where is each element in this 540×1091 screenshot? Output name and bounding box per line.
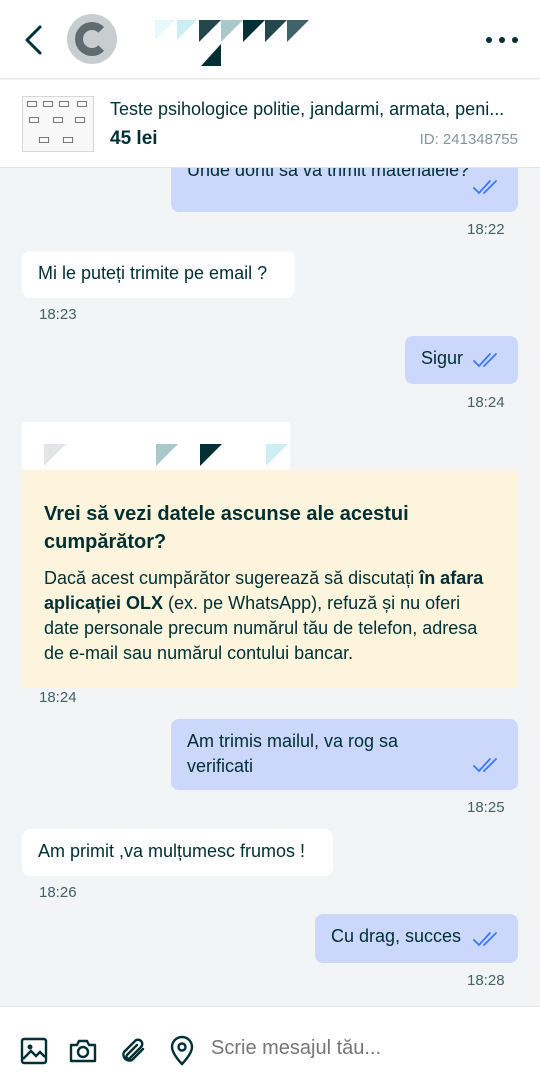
message-incoming[interactable]: Mi le puteți trimite pe email ? xyxy=(22,251,295,298)
read-ticks-icon xyxy=(473,353,497,368)
safety-warning-card: Vrei să vezi datele ascunse ale acestui … xyxy=(22,470,518,688)
message-time: 18:28 xyxy=(467,972,505,989)
message-time: 18:24 xyxy=(467,394,505,411)
message-text: Am primit ,va mulțumesc frumos ! xyxy=(38,841,306,861)
attachment-icon[interactable] xyxy=(117,1035,149,1067)
message-text: Mi le puteți trimite pe email ? xyxy=(38,263,268,283)
warning-title: Vrei să vezi datele ascunse ale acestui … xyxy=(44,503,409,553)
olx-pattern-logo xyxy=(155,20,309,66)
message-time: 18:23 xyxy=(39,306,77,323)
read-ticks-icon xyxy=(473,932,497,947)
message-text: Am trimis mailul, va rog sa verificati xyxy=(187,731,399,776)
message-text: Sigur xyxy=(421,348,464,368)
hidden-contact-placeholder xyxy=(22,422,290,470)
more-horizontal-icon[interactable] xyxy=(486,30,518,50)
read-ticks-icon xyxy=(473,758,497,773)
image-icon[interactable] xyxy=(18,1035,50,1067)
ad-thumbnail xyxy=(22,96,94,152)
message-time: 18:24 xyxy=(39,689,77,706)
location-icon[interactable] xyxy=(166,1035,198,1067)
message-list[interactable]: Unde doriti sa va trimit materialele? 18… xyxy=(0,168,540,1006)
message-input[interactable] xyxy=(211,1037,521,1060)
ad-price: 45 lei xyxy=(110,128,158,149)
message-outgoing[interactable]: Unde doriti sa va trimit materialele? xyxy=(171,168,518,212)
user-avatar[interactable] xyxy=(67,14,117,64)
message-time: 18:22 xyxy=(467,221,505,238)
chat-header xyxy=(0,0,540,79)
message-outgoing[interactable]: Am trimis mailul, va rog sa verificati xyxy=(171,719,518,790)
message-time: 18:25 xyxy=(467,799,505,816)
message-time: 18:26 xyxy=(39,884,77,901)
ad-title: Teste psihologice politie, jandarmi, arm… xyxy=(110,99,505,119)
ad-id: ID: 241348755 xyxy=(419,131,518,148)
warning-text: Dacă acest cumpărător sugerează să discu… xyxy=(44,568,484,663)
chevron-left-icon[interactable] xyxy=(18,22,52,58)
ad-summary[interactable]: Teste psihologice politie, jandarmi, arm… xyxy=(0,80,540,168)
camera-icon[interactable] xyxy=(67,1035,99,1067)
message-text: Unde doriti sa va trimit materialele? xyxy=(187,168,470,180)
message-text: Cu drag, succes xyxy=(331,926,462,946)
read-ticks-icon xyxy=(473,180,497,195)
message-incoming[interactable]: Am primit ,va mulțumesc frumos ! xyxy=(22,829,333,876)
message-composer xyxy=(0,1006,540,1091)
